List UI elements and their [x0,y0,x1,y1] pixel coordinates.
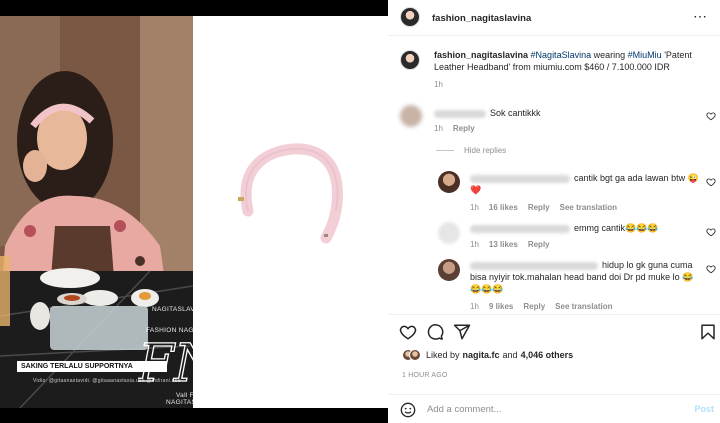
reply-3-like-heart-icon[interactable] [706,264,716,274]
comment-1-text: Sok cantikkk [490,108,541,118]
reply-1-username-blurred[interactable] [470,174,570,183]
reply-1-see-translation[interactable]: See translation [560,203,617,212]
emoji-smiley-icon[interactable] [400,402,416,418]
reply-2-avatar[interactable] [438,222,460,244]
share-send-icon[interactable] [453,323,471,341]
video-caption-bar: SAKING TERLALU SUPPORTNYA [17,361,167,372]
reply-3-reply-button[interactable]: Reply [523,302,545,311]
watermark-line-3: Vall FAMILY [176,392,215,399]
reply-2-likes[interactable]: 13 likes [489,240,518,249]
comment-bubble-icon[interactable] [426,323,444,341]
comment-1-like-heart-icon[interactable] [706,111,716,121]
reply-1: cantik bgt ga ada lawan btw 😜❤️ [470,172,700,196]
liked-by-and: and [502,350,518,360]
reply-2-username-blurred[interactable] [470,224,570,233]
video-credits: Vidio: @gitaanastavidi. @gitaaanastasia.… [33,378,181,384]
reply-2: emmg cantik😂😂😂 [470,222,700,234]
reply-2-reply-button[interactable]: Reply [528,240,550,249]
liked-by-row: Liked by nagita.fc and 4,046 others [402,349,573,361]
author-username[interactable]: fashion_nagitaslavina [432,13,531,24]
bookmark-save-icon[interactable] [699,323,717,341]
reply-3-likes[interactable]: 9 likes [489,302,513,311]
reply-3-username-blurred[interactable] [470,261,598,270]
comment-1-reply-button[interactable]: Reply [453,124,475,133]
liked-by-others[interactable]: 4,046 others [521,350,574,360]
comment-avatar[interactable] [400,105,422,127]
caption-username[interactable]: fashion_nagitaslavina [434,50,528,60]
like-heart-icon[interactable] [399,323,417,341]
caption-word-wearing: wearing [593,50,626,60]
post-media[interactable]: NAGITASLAVINA FASHION NAGITA SLAVINA FNS… [0,0,388,423]
add-comment-input[interactable]: Add a comment... [427,404,501,415]
reply-3: hidup lo gk guna cuma bisa nyiyir tok.ma… [470,259,698,295]
add-comment-bar: Add a comment... Post [388,394,720,423]
reply-2-like-heart-icon[interactable] [706,227,716,237]
reply-2-text: emmg cantik😂😂😂 [574,223,659,233]
reply-1-meta: 1h 16 likes Reply See translation [470,203,627,212]
post-actions-bar [388,314,720,350]
reply-1-likes[interactable]: 16 likes [489,203,518,212]
reply-2-meta: 1h 13 likes Reply [470,240,560,249]
reply-3-meta: 1h 9 likes Reply See translation [470,302,623,311]
reply-1-avatar[interactable] [438,171,460,193]
watermark-line-1: NAGITASLAVINA [152,306,207,313]
caption-avatar[interactable] [400,50,420,70]
reply-1-time: 1h [470,203,479,212]
reply-3-avatar[interactable] [438,259,460,281]
reply-1-like-heart-icon[interactable] [706,177,716,187]
reply-2-time: 1h [470,240,479,249]
reply-1-reply-button[interactable]: Reply [528,203,550,212]
hashtag-nagitaslavina[interactable]: #NagitaSlavina [531,50,592,60]
reply-3-see-translation[interactable]: See translation [555,302,612,311]
post-timestamp[interactable]: 1 HOUR AGO [402,372,448,379]
comment-username-blurred[interactable] [434,109,486,118]
watermark-line-4: NAGITASLAVINA [166,399,221,406]
comment-1-meta: 1h Reply [434,124,485,133]
comments-panel: fashion_nagitaslavina ⋯ fashion_nagitasl… [388,0,720,423]
hide-replies-label: Hide replies [464,146,507,155]
caption-time: 1h [434,80,443,89]
hide-replies-toggle[interactable]: Hide replies [436,146,506,155]
instagram-post-window: NAGITASLAVINA FASHION NAGITA SLAVINA FNS… [0,0,720,423]
more-options-icon[interactable]: ⋯ [693,8,708,25]
hashtag-miumiu[interactable]: #MiuMiu [628,50,662,60]
hide-replies-line [436,150,454,151]
liked-by-prefix: Liked by [426,350,460,360]
liked-by-user[interactable]: nagita.fc [463,350,500,360]
post-header: fashion_nagitaslavina ⋯ [388,0,720,36]
comment-1-time: 1h [434,124,443,133]
liker-avatar-2[interactable] [409,349,421,361]
post-comment-button[interactable]: Post [694,404,714,414]
comment-1: Sok cantikkk [434,107,541,119]
reply-3-time: 1h [470,302,479,311]
author-avatar[interactable] [400,7,420,27]
post-caption: fashion_nagitaslavina #NagitaSlavina wea… [434,49,714,73]
